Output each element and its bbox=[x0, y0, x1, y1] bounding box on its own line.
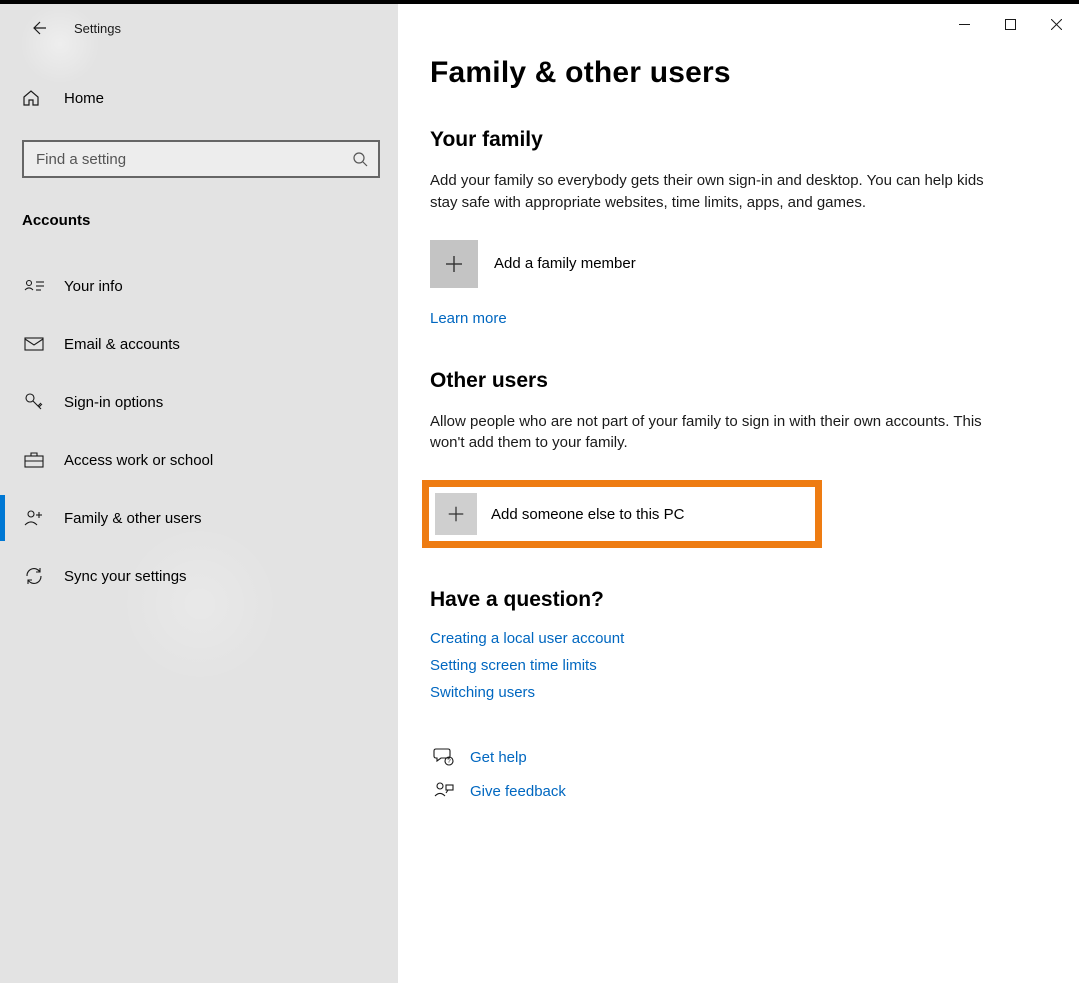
footer-links: ? Get help Give feedback bbox=[430, 747, 998, 801]
give-feedback-label: Give feedback bbox=[470, 783, 566, 800]
nav-label: Email & accounts bbox=[64, 336, 180, 353]
key-icon bbox=[22, 392, 46, 412]
nav-email-accounts[interactable]: Email & accounts bbox=[0, 315, 398, 373]
other-users-description: Allow people who are not part of your fa… bbox=[430, 411, 998, 455]
give-feedback-link[interactable]: Give feedback bbox=[430, 781, 998, 801]
feedback-icon bbox=[430, 781, 458, 801]
page-title: Family & other users bbox=[430, 56, 998, 90]
title-bar: Settings bbox=[0, 4, 398, 52]
nav-label: Family & other users bbox=[64, 510, 202, 527]
search-box[interactable] bbox=[22, 140, 380, 178]
add-other-user-button[interactable]: Add someone else to this PC bbox=[435, 493, 809, 535]
close-button[interactable] bbox=[1033, 8, 1079, 40]
back-button[interactable] bbox=[18, 8, 58, 48]
add-family-label: Add a family member bbox=[494, 255, 636, 272]
family-description: Add your family so everybody gets their … bbox=[430, 170, 998, 214]
other-users-heading: Other users bbox=[430, 369, 998, 393]
sidebar: Settings Home Accounts bbox=[0, 4, 398, 983]
briefcase-icon bbox=[22, 452, 46, 468]
home-icon bbox=[22, 89, 46, 107]
question-links: Creating a local user account Setting sc… bbox=[430, 630, 998, 701]
settings-window: Settings Home Accounts bbox=[0, 4, 1079, 983]
get-help-label: Get help bbox=[470, 749, 527, 766]
section-label: Accounts bbox=[22, 212, 398, 229]
family-heading: Your family bbox=[430, 128, 998, 152]
person-card-icon bbox=[22, 278, 46, 294]
get-help-link[interactable]: ? Get help bbox=[430, 747, 998, 767]
nav-list: Your info Email & accounts bbox=[0, 257, 398, 605]
minimize-button[interactable] bbox=[941, 8, 987, 40]
nav-sign-in-options[interactable]: Sign-in options bbox=[0, 373, 398, 431]
sync-icon bbox=[22, 566, 46, 586]
home-label: Home bbox=[64, 90, 104, 107]
qa-link-local-account[interactable]: Creating a local user account bbox=[430, 630, 998, 647]
search-input[interactable] bbox=[36, 151, 352, 168]
nav-label: Access work or school bbox=[64, 452, 213, 469]
add-other-label: Add someone else to this PC bbox=[491, 506, 684, 523]
close-icon bbox=[1051, 19, 1062, 30]
add-other-user-highlight: Add someone else to this PC bbox=[422, 480, 822, 548]
mail-icon bbox=[22, 337, 46, 351]
nav-access-work-school[interactable]: Access work or school bbox=[0, 431, 398, 489]
add-family-member-button[interactable]: Add a family member bbox=[430, 240, 998, 288]
search-icon bbox=[352, 151, 368, 167]
people-plus-icon bbox=[22, 509, 46, 527]
content-pane: Family & other users Your family Add you… bbox=[398, 4, 1079, 983]
maximize-icon bbox=[1005, 19, 1016, 30]
chat-help-icon: ? bbox=[430, 747, 458, 767]
nav-family-other-users[interactable]: Family & other users bbox=[0, 489, 398, 547]
plus-icon bbox=[430, 240, 478, 288]
nav-your-info[interactable]: Your info bbox=[0, 257, 398, 315]
qa-link-screen-time[interactable]: Setting screen time limits bbox=[430, 657, 998, 674]
home-nav[interactable]: Home bbox=[0, 74, 398, 122]
nav-label: Sync your settings bbox=[64, 568, 187, 585]
maximize-button[interactable] bbox=[987, 8, 1033, 40]
nav-label: Sign-in options bbox=[64, 394, 163, 411]
app-title: Settings bbox=[74, 21, 121, 36]
arrow-left-icon bbox=[30, 20, 46, 36]
learn-more-link[interactable]: Learn more bbox=[430, 310, 507, 327]
plus-icon bbox=[435, 493, 477, 535]
qa-link-switching-users[interactable]: Switching users bbox=[430, 684, 998, 701]
window-controls bbox=[941, 8, 1079, 40]
minimize-icon bbox=[959, 19, 970, 30]
question-heading: Have a question? bbox=[430, 588, 998, 612]
nav-sync-settings[interactable]: Sync your settings bbox=[0, 547, 398, 605]
nav-label: Your info bbox=[64, 278, 123, 295]
